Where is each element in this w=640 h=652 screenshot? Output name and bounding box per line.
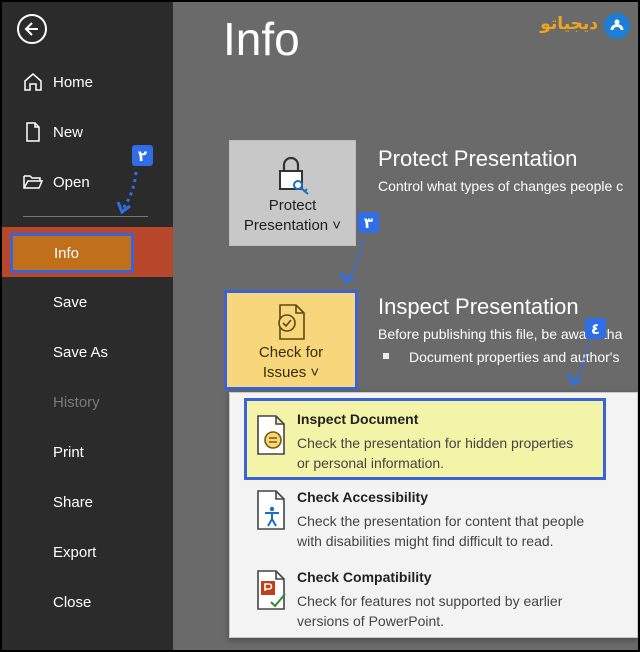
back-button[interactable]	[17, 14, 47, 44]
back-arrow-icon	[24, 22, 38, 36]
protect-section-title: Protect Presentation	[378, 146, 578, 171]
menu-item-check-accessibility[interactable]: Check Accessibility Check the presentati…	[230, 483, 638, 563]
check-document-icon	[278, 304, 305, 340]
backstage-view: Home New Open Info Save Save As History	[2, 2, 638, 650]
menu-item-inspect-document[interactable]: Inspect Document Check the presentation …	[244, 398, 606, 480]
menu-item-title: Check Accessibility	[297, 489, 428, 505]
sidebar-item-info[interactable]: Info	[10, 233, 134, 273]
menu-item-desc: versions of PowerPoint.	[297, 613, 445, 629]
sidebar-item-open[interactable]: Open	[2, 160, 173, 204]
sidebar-item-label: Save	[53, 293, 88, 311]
sidebar-item-label: Close	[53, 593, 92, 611]
step-badge-3: ٣	[358, 212, 379, 233]
lock-key-icon	[279, 156, 309, 195]
sidebar-item-home[interactable]: Home	[2, 60, 173, 104]
sidebar-item-label: Export	[53, 543, 97, 561]
check-button-label: Issues ˅	[262, 364, 320, 381]
sidebar-item-close[interactable]: Close	[2, 580, 173, 624]
sidebar-item-share[interactable]: Share	[2, 480, 173, 524]
sidebar-item-export[interactable]: Export	[2, 530, 173, 574]
sidebar-item-label: Open	[53, 173, 90, 191]
sidebar-item-print[interactable]: Print	[2, 430, 173, 474]
sidebar-item-label: Home	[53, 73, 94, 91]
menu-item-desc: Check for features not supported by earl…	[297, 593, 563, 609]
watermark-logo: دیجیاتو	[540, 10, 634, 44]
check-for-issues-menu: Inspect Document Check the presentation …	[229, 392, 638, 638]
step-arrow-icon	[339, 239, 364, 285]
protect-button-label: Presentation ˅	[243, 217, 342, 234]
protect-section-desc: Control what types of changes people c	[378, 178, 624, 194]
logo-icon	[604, 13, 630, 39]
folder-open-icon	[23, 175, 44, 189]
menu-item-desc: Check the presentation for hidden proper…	[297, 435, 574, 451]
accessibility-icon	[257, 490, 285, 530]
menu-item-desc: with disabilities might find difficult t…	[297, 533, 554, 549]
protect-button-label: Protect	[268, 197, 317, 214]
sidebar-item-save[interactable]: Save	[2, 280, 173, 324]
sidebar-item-label: Save As	[53, 343, 109, 361]
menu-item-title: Check Compatibility	[297, 569, 432, 585]
step-arrow-icon	[566, 343, 590, 387]
menu-item-title: Inspect Document	[297, 411, 419, 427]
sidebar-item-label: History	[53, 393, 100, 411]
sidebar-item-label: Info	[54, 244, 80, 262]
page-title: Info	[223, 13, 300, 65]
home-icon	[24, 73, 42, 91]
inspect-section-title: Inspect Presentation	[378, 294, 579, 319]
protect-presentation-button[interactable]: Protect Presentation ˅	[229, 140, 356, 246]
sidebar-item-label: Share	[53, 493, 94, 511]
logo-text: دیجیاتو	[540, 14, 598, 33]
sidebar-item-label: Print	[53, 443, 84, 461]
check-button-label: Check for	[258, 344, 324, 361]
compatibility-icon	[257, 570, 286, 610]
menu-item-desc: Check the presentation for content that …	[297, 513, 585, 529]
step-arrow-icon	[116, 171, 138, 215]
new-file-icon	[26, 122, 40, 142]
sidebar-item-history: History	[2, 380, 173, 424]
step-badge-4: ٤	[585, 318, 606, 339]
check-for-issues-button[interactable]: Check for Issues ˅	[224, 290, 358, 390]
bullet-marker	[383, 353, 389, 359]
menu-item-check-compatibility[interactable]: Check Compatibility Check for features n…	[230, 563, 638, 643]
menu-item-desc: or personal information.	[297, 455, 445, 471]
inspect-document-icon	[257, 415, 285, 455]
sidebar-item-save-as[interactable]: Save As	[2, 330, 173, 374]
step-badge-2: ٢	[132, 145, 153, 166]
sidebar: Home New Open Info Save Save As History	[2, 2, 173, 650]
sidebar-item-label: New	[53, 123, 84, 141]
